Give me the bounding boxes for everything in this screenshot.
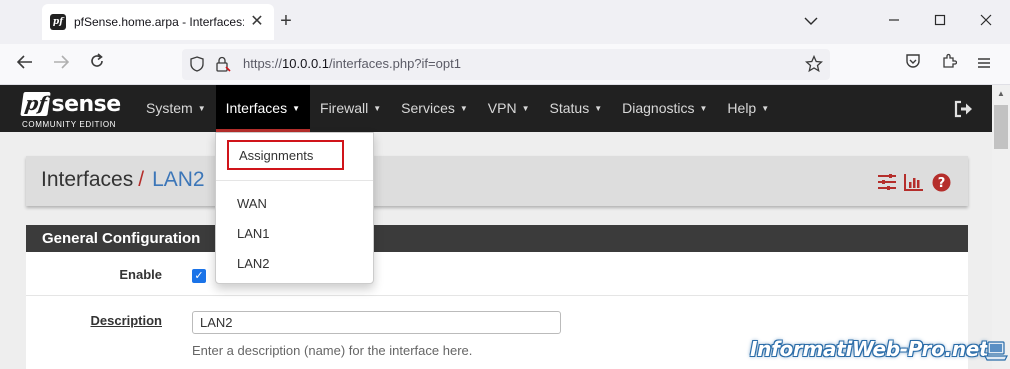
dropdown-item-lan2[interactable]: LAN2 [216,252,373,276]
menu-status[interactable]: Status ▼ [540,85,613,132]
close-window-icon[interactable] [976,12,996,32]
menu-help-label: Help [727,100,757,116]
panel-title: General Configuration [26,225,968,252]
caret-down-icon: ▼ [459,104,468,113]
caret-down-icon: ▼ [699,104,708,113]
bookmark-star-icon[interactable] [804,54,824,78]
page-header: Interfaces / LAN2 ? [26,156,968,206]
menu-interfaces[interactable]: Interfaces ▼ [215,85,311,132]
main-menu: System ▼ Interfaces ▼ Firewall ▼ Services ▼ … [136,85,779,132]
shield-icon[interactable] [190,56,204,77]
dropdown-divider [216,180,373,181]
extensions-icon[interactable] [938,53,960,75]
menu-services[interactable]: Services ▼ [391,85,478,132]
menu-vpn-label: VPN [487,100,517,116]
page-scrollbar[interactable]: ▲ [992,85,1010,369]
tab-list-chevron-icon[interactable] [801,12,821,32]
svg-text:?: ? [938,176,946,191]
url-scheme: https:// [243,56,283,71]
browser-tab-strip: pf pfSense.home.arpa - Interfaces: LAN2 … [0,0,1010,44]
close-tab-icon[interactable]: ✕ [248,13,266,31]
minimize-icon[interactable] [884,12,904,32]
watermark-text: InformatiWeb-Pro.net [750,337,989,361]
pfsense-logo[interactable]: pf sense COMMUNITY EDITION [20,90,130,130]
menu-firewall-label: Firewall [320,100,369,116]
breadcrumb-separator: / [138,168,145,191]
pfsense-favicon-icon: pf [50,14,66,30]
maximize-icon[interactable] [930,12,950,32]
pfsense-navbar: pf sense COMMUNITY EDITION System ▼ Inter… [0,85,992,132]
caret-down-icon: ▼ [197,104,206,113]
description-input[interactable] [192,311,561,334]
menu-icon[interactable] [973,53,995,75]
dropdown-item-wan[interactable]: WAN [216,192,373,216]
menu-vpn[interactable]: VPN ▼ [478,85,540,132]
enable-checkbox[interactable]: ✓ [192,269,206,283]
menu-status-label: Status [549,100,590,116]
reload-icon[interactable] [86,53,108,75]
tab-title: pfSense.home.arpa - Interfaces: LAN2 [74,15,244,29]
url-text: https://10.0.0.1/interfaces.php?if=opt1 [243,56,461,71]
address-bar[interactable]: https://10.0.0.1/interfaces.php?if=opt1 [182,49,830,80]
description-help-text: Enter a description (name) for the inter… [192,343,473,358]
caret-down-icon: ▼ [292,104,301,113]
logo-pf-mark: pf [20,92,52,116]
lock-icon[interactable] [215,56,231,77]
breadcrumb: Interfaces / LAN2 [41,168,205,192]
caret-down-icon: ▼ [373,104,382,113]
caret-down-icon: ▼ [761,104,770,113]
caret-down-icon: ▼ [521,104,530,113]
forward-arrow-icon[interactable] [50,53,72,75]
help-icon[interactable]: ? [932,173,952,192]
interfaces-dropdown-menu: Assignments WAN LAN1 LAN2 [215,132,374,284]
breadcrumb-root[interactable]: Interfaces [41,168,133,191]
menu-diagnostics-label: Diagnostics [622,100,695,116]
url-path: /interfaces.php?if=opt1 [329,56,461,71]
enable-label: Enable [119,267,162,282]
menu-interfaces-label: Interfaces [225,100,288,116]
browser-toolbar: https://10.0.0.1/interfaces.php?if=opt1 [0,44,1010,85]
logout-icon[interactable] [954,100,974,118]
breadcrumb-current[interactable]: LAN2 [152,168,205,191]
pocket-icon[interactable] [902,53,924,75]
caret-down-icon: ▼ [594,104,603,113]
menu-diagnostics[interactable]: Diagnostics ▼ [612,85,717,132]
logo-edition-text: COMMUNITY EDITION [22,120,117,129]
menu-system[interactable]: System ▼ [136,85,216,132]
dropdown-item-assignments[interactable]: Assignments [227,140,344,170]
scrollbar-thumb[interactable] [994,105,1008,149]
dropdown-item-lan1[interactable]: LAN1 [216,222,373,246]
menu-firewall[interactable]: Firewall ▼ [310,85,391,132]
logo-wordmark: sense [51,91,121,117]
menu-services-label: Services [401,100,455,116]
new-tab-icon[interactable]: + [276,11,296,31]
chart-icon[interactable] [904,173,924,191]
url-host: 10.0.0.1 [282,56,330,71]
scroll-up-arrow-icon[interactable]: ▲ [996,89,1006,99]
laptop-icon [984,340,1008,362]
menu-system-label: System [146,100,193,116]
back-arrow-icon[interactable] [14,53,36,75]
browser-tab[interactable]: pf pfSense.home.arpa - Interfaces: LAN2 … [42,4,274,40]
settings-sliders-icon[interactable] [877,173,897,191]
enable-row: Enable ✓ [26,252,968,296]
menu-help[interactable]: Help ▼ [717,85,779,132]
description-label: Description [90,313,162,328]
